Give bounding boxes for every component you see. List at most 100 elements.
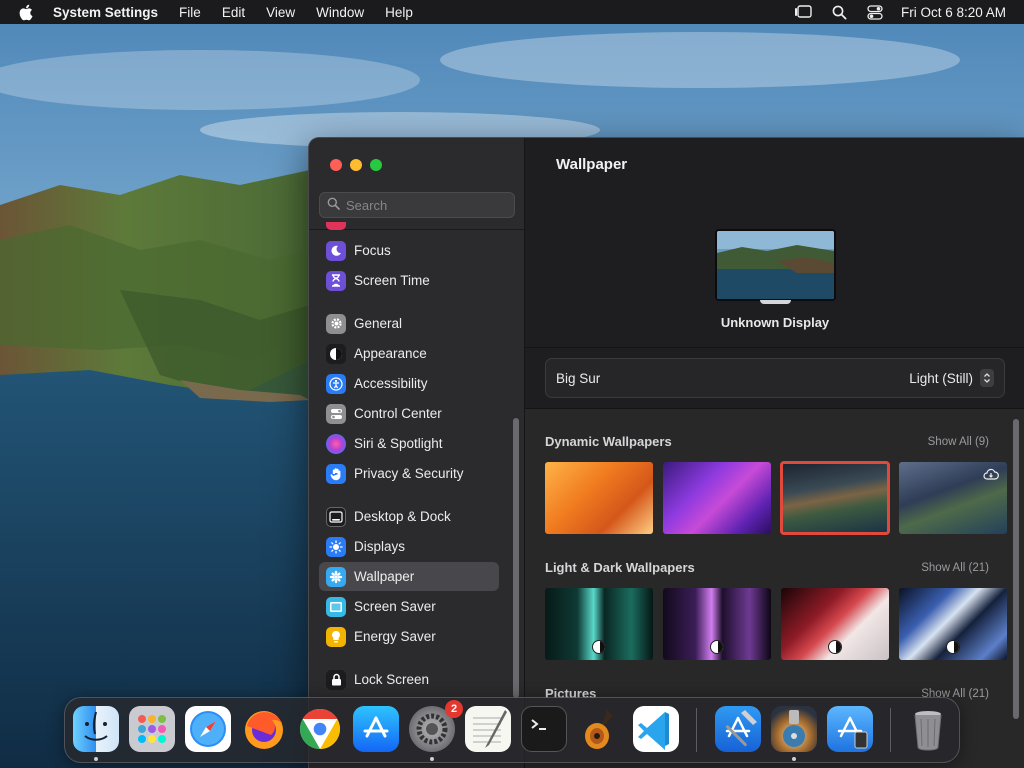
menu-app-name[interactable]: System Settings (38, 0, 169, 24)
dock-vscode-icon[interactable] (633, 706, 679, 752)
sidebar-item-lock-screen[interactable]: Lock Screen (319, 665, 499, 694)
dock: 2 (64, 697, 960, 763)
dock-chrome-icon[interactable] (297, 706, 343, 752)
dock-launchpad-icon[interactable] (129, 706, 175, 752)
show-all-dynamic-button[interactable]: Show All (9) (928, 436, 989, 448)
appearance-select[interactable]: Light (Still) (909, 369, 994, 387)
sidebar-item-label: Wallpaper (354, 569, 415, 584)
dock-icon (326, 506, 346, 527)
menu-file[interactable]: File (169, 0, 212, 24)
display-stand (760, 300, 791, 304)
apple-menu-icon[interactable] (12, 4, 38, 21)
control-center-icon[interactable] (867, 4, 883, 20)
wallpaper-pane: Wallpaper Unknown Display Big Sur Light … (525, 138, 1024, 768)
menu-edit[interactable]: Edit (211, 0, 255, 24)
display-name: Unknown Display (720, 315, 830, 330)
energy-bulb-icon (326, 626, 346, 647)
wallpaper-thumbnail[interactable] (899, 462, 1007, 534)
hand-icon (326, 463, 346, 484)
dock-system-settings-icon[interactable]: 2 (409, 700, 463, 752)
sidebar-item-displays[interactable]: Displays (319, 532, 499, 561)
sidebar-item-appearance[interactable]: Appearance (319, 339, 499, 368)
dock-safari-icon[interactable] (185, 706, 231, 752)
chevron-up-down-icon (980, 369, 994, 387)
dock-xcode-icon[interactable] (715, 706, 761, 752)
running-indicator (94, 757, 98, 761)
sidebar-item-label: Accessibility (354, 376, 428, 391)
sidebar-item-general[interactable]: General (319, 309, 499, 338)
appearance-select-value: Light (Still) (909, 370, 973, 386)
dock-finder-icon[interactable] (73, 706, 119, 752)
dock-separator (696, 708, 697, 752)
sidebar-search[interactable] (319, 192, 515, 218)
wallpaper-name: Big Sur (556, 370, 601, 386)
light-dark-icon (828, 640, 842, 654)
sidebar-item-label: Screen Time (354, 273, 430, 288)
lock-icon (326, 669, 346, 690)
dock-disk-utility-icon[interactable] (771, 706, 817, 752)
sidebar-item-privacy-security[interactable]: Privacy & Security (319, 459, 499, 488)
gallery-scrollbar[interactable] (1013, 419, 1019, 719)
sidebar-item-siri-spotlight[interactable]: Siri & Spotlight (319, 429, 499, 458)
sidebar-item-accessibility[interactable]: Accessibility (319, 369, 499, 398)
light-dark-icon (592, 640, 606, 654)
accessibility-icon (326, 373, 346, 394)
dock-textedit-icon[interactable] (465, 706, 511, 752)
wallpaper-thumbnail[interactable] (663, 588, 771, 660)
dock-app-store-icon[interactable] (353, 706, 399, 752)
control-center-icon (326, 403, 346, 424)
sidebar-item-desktop-dock[interactable]: Desktop & Dock (319, 502, 499, 531)
section-title-dynamic: Dynamic Wallpapers (545, 434, 672, 449)
section-title-light-dark: Light & Dark Wallpapers (545, 560, 695, 575)
sidebar-item-focus[interactable]: Focus (319, 236, 499, 265)
search-icon (327, 197, 340, 213)
sidebar-item-label: Energy Saver (354, 629, 436, 644)
sidebar-item-label: Siri & Spotlight (354, 436, 443, 451)
settings-sidebar: Focus Screen Time General Appearance Acc… (309, 138, 525, 768)
dock-simulator-icon[interactable] (827, 706, 873, 752)
wallpaper-picker[interactable]: Big Sur Light (Still) (545, 358, 1005, 398)
search-input[interactable] (346, 197, 506, 213)
sidebar-item-label: Screen Saver (354, 599, 436, 614)
light-dark-wallpapers-row (545, 588, 1007, 660)
sidebar-item-label: Privacy & Security (354, 466, 464, 481)
wallpaper-icon (326, 566, 346, 587)
menubar-clock[interactable]: Fri Oct 6 8:20 AM (901, 5, 1006, 20)
focus-moon-icon (326, 240, 346, 261)
display-preview (715, 229, 836, 305)
dock-firefox-icon[interactable] (241, 706, 287, 752)
dock-trash-icon[interactable] (905, 706, 951, 752)
dock-garageband-icon[interactable] (577, 706, 623, 752)
menu-window[interactable]: Window (306, 0, 375, 24)
wallpaper-thumbnail[interactable] (663, 462, 771, 534)
sidebar-item-screen-time[interactable]: Screen Time (319, 266, 499, 295)
wallpaper-thumbnail[interactable] (781, 588, 889, 660)
wallpaper-thumbnail[interactable] (899, 588, 1007, 660)
sidebar-scrollbar-thumb[interactable] (513, 418, 519, 698)
stage-manager-icon[interactable] (794, 5, 812, 19)
search-icon[interactable] (832, 5, 847, 20)
zoom-window-button[interactable] (370, 159, 382, 171)
dock-terminal-icon[interactable] (521, 706, 567, 752)
close-window-button[interactable] (330, 159, 342, 171)
sidebar-item-label: Focus (354, 243, 391, 258)
window-controls (330, 159, 382, 171)
system-settings-window: Focus Screen Time General Appearance Acc… (308, 137, 1024, 768)
appearance-icon (326, 343, 346, 364)
sidebar-item-wallpaper[interactable]: Wallpaper (319, 562, 499, 591)
light-dark-icon (710, 640, 724, 654)
notifications-icon-partial (326, 222, 346, 230)
menu-help[interactable]: Help (375, 0, 424, 24)
show-all-light-dark-button[interactable]: Show All (21) (921, 562, 989, 574)
display-preview-image (715, 229, 836, 301)
sidebar-item-screen-saver[interactable]: Screen Saver (319, 592, 499, 621)
page-title: Wallpaper (556, 156, 628, 173)
menu-view[interactable]: View (256, 0, 306, 24)
minimize-window-button[interactable] (350, 159, 362, 171)
wallpaper-thumbnail[interactable] (545, 588, 653, 660)
sidebar-item-control-center[interactable]: Control Center (319, 399, 499, 428)
sidebar-item-label: General (354, 316, 403, 331)
wallpaper-thumbnail-selected[interactable] (780, 461, 890, 535)
wallpaper-thumbnail[interactable] (545, 462, 653, 534)
sidebar-item-energy-saver[interactable]: Energy Saver (319, 622, 499, 651)
